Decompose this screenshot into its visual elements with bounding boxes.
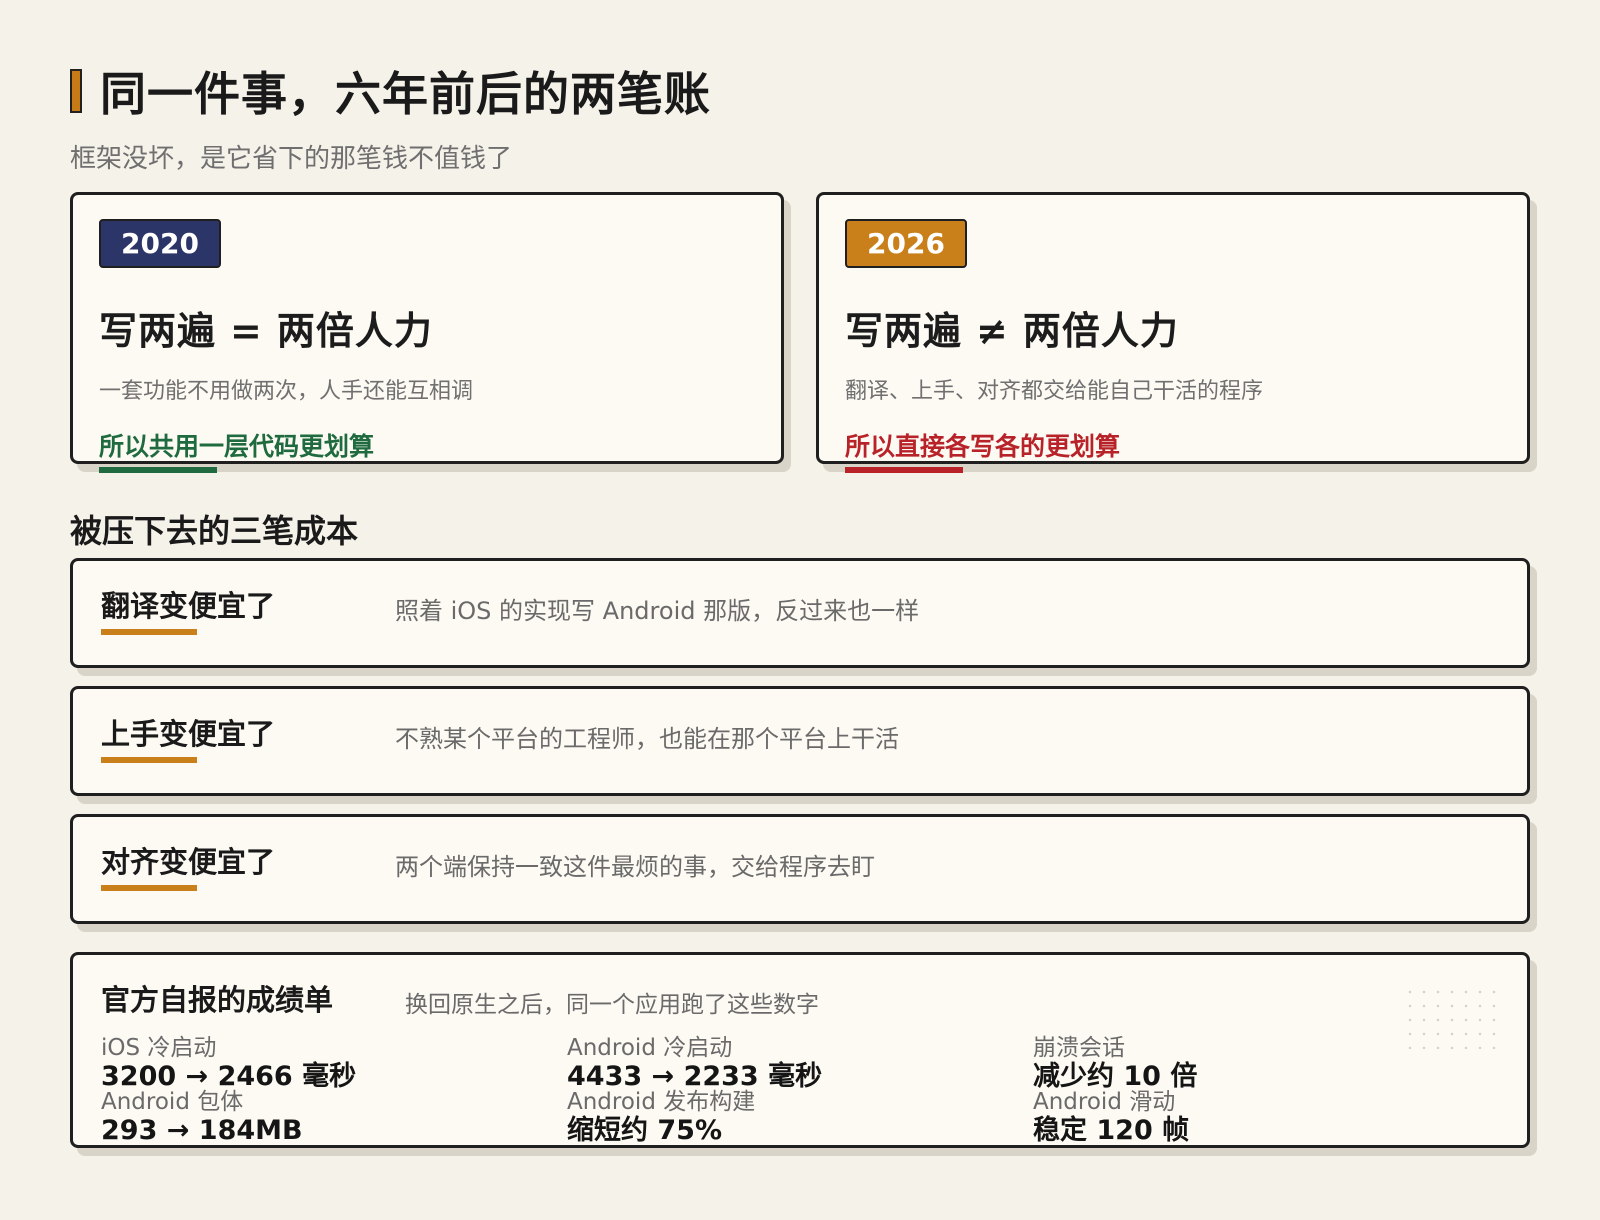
stat-label: Android 发布构建 — [567, 1089, 756, 1115]
cost-label: 上手变便宜了 — [101, 711, 276, 763]
stat-label: iOS 冷启动 — [101, 1035, 217, 1061]
stat-label: Android 包体 — [101, 1089, 244, 1115]
cost-label-text: 对齐变便宜了 — [101, 845, 276, 879]
cost-label-text: 上手变便宜了 — [101, 717, 276, 751]
title-row: 同一件事，六年前后的两笔账 — [70, 58, 711, 124]
compare-description: 翻译、上手、对齐都交给能自己干活的程序 — [845, 379, 1264, 404]
cost-label-underline — [101, 757, 197, 763]
cost-card-alignment: 对齐变便宜了 两个端保持一致这件最烦的事，交给程序去盯 — [70, 814, 1530, 924]
stat-android-cold-start: Android 冷启动 4433 → 2233 毫秒 — [567, 1035, 822, 1092]
compare-card-2026: 2026 写两遍 ≠ 两倍人力 翻译、上手、对齐都交给能自己干活的程序 所以直接各写… — [816, 192, 1530, 473]
stat-label: Android 冷启动 — [567, 1035, 733, 1061]
page-header: 同一件事，六年前后的两笔账 框架没坏，是它省下的那笔钱不值钱了 — [70, 58, 711, 175]
cost-card-translation: 翻译变便宜了 照着 iOS 的实现写 Android 那版，反过来也一样 — [70, 558, 1530, 668]
page-subtitle: 框架没坏，是它省下的那笔钱不值钱了 — [70, 144, 513, 174]
stat-android-package-size: Android 包体 293 → 184MB — [101, 1089, 303, 1146]
equation: 写两遍 ≠ 两倍人力 — [845, 300, 1501, 355]
dot-pattern-decoration — [1403, 985, 1503, 1049]
cost-label-text: 翻译变便宜了 — [101, 589, 276, 623]
stat-label: Android 滑动 — [1033, 1089, 1176, 1115]
stat-value: 293 → 184MB — [101, 1115, 303, 1146]
stat-label: 崩溃会话 — [1033, 1035, 1125, 1061]
report-card: 官方自报的成绩单 换回原生之后，同一个应用跑了这些数字 iOS 冷启动 3200… — [70, 952, 1530, 1148]
compare-description: 一套功能不用做两次，人手还能互相调 — [99, 379, 474, 404]
stat-value: 减少约 10 倍 — [1033, 1061, 1198, 1092]
cost-description: 两个端保持一致这件最烦的事，交给程序去盯 — [395, 853, 875, 881]
compare-card-2020: 2020 写两遍 = 两倍人力 一套功能不用做两次，人手还能互相调 所以共用一层代码… — [70, 192, 784, 473]
stat-crash-sessions: 崩溃会话 减少约 10 倍 — [1033, 1035, 1197, 1092]
cost-label: 对齐变便宜了 — [101, 839, 276, 891]
conclusion: 所以共用一层代码更划算 — [99, 427, 375, 473]
equation-operator: = — [230, 309, 263, 353]
equation: 写两遍 = 两倍人力 — [99, 300, 755, 355]
title-accent-bar — [70, 69, 82, 113]
stat-android-release-build: Android 发布构建 缩短约 75% — [567, 1089, 755, 1146]
stat-value: 稳定 120 帧 — [1033, 1115, 1190, 1146]
costs-section-title: 被压下去的三笔成本 — [70, 512, 359, 550]
report-subtitle: 换回原生之后，同一个应用跑了这些数字 — [405, 992, 819, 1018]
cost-label-underline — [101, 885, 197, 891]
conclusion: 所以直接各写各的更划算 — [845, 427, 1121, 473]
stat-value: 4433 → 2233 毫秒 — [567, 1061, 823, 1092]
cost-label: 翻译变便宜了 — [101, 583, 276, 635]
equation-right: 两倍人力 — [1022, 309, 1179, 353]
stat-ios-cold-start: iOS 冷启动 3200 → 2466 毫秒 — [101, 1035, 356, 1092]
equation-left: 写两遍 — [99, 309, 217, 353]
year-badge: 2020 — [99, 219, 221, 268]
report-title: 官方自报的成绩单 — [101, 983, 334, 1017]
cost-description: 照着 iOS 的实现写 Android 那版，反过来也一样 — [395, 597, 920, 625]
conclusion-underline — [99, 467, 217, 473]
cost-label-underline — [101, 629, 197, 635]
stat-android-scrolling: Android 滑动 稳定 120 帧 — [1033, 1089, 1189, 1146]
equation-right: 两倍人力 — [276, 309, 433, 353]
year-badge: 2026 — [845, 219, 967, 268]
conclusion-text: 所以共用一层代码更划算 — [99, 432, 375, 461]
equation-operator: ≠ — [976, 309, 1009, 353]
cost-card-onboarding: 上手变便宜了 不熟某个平台的工程师，也能在那个平台上干活 — [70, 686, 1530, 796]
stat-value: 缩短约 75% — [567, 1115, 723, 1146]
conclusion-text: 所以直接各写各的更划算 — [845, 432, 1121, 461]
stat-value: 3200 → 2466 毫秒 — [101, 1061, 357, 1092]
page-title: 同一件事，六年前后的两笔账 — [100, 67, 711, 121]
equation-left: 写两遍 — [845, 309, 963, 353]
cost-description: 不熟某个平台的工程师，也能在那个平台上干活 — [395, 725, 899, 753]
conclusion-underline — [845, 467, 963, 473]
